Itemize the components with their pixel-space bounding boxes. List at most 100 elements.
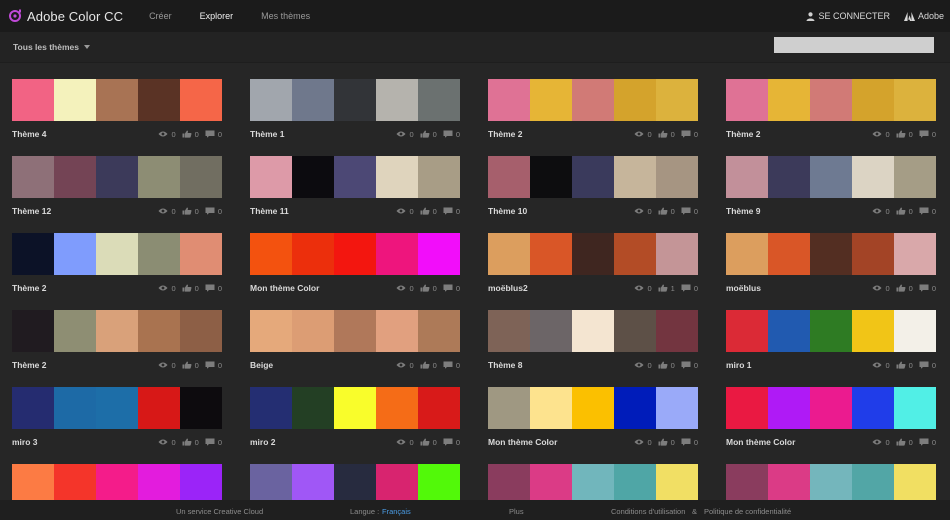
color-swatch[interactable] [418, 464, 460, 500]
color-swatch[interactable] [376, 156, 418, 198]
color-swatch[interactable] [572, 387, 614, 429]
theme-swatch-strip[interactable] [250, 310, 460, 352]
color-swatch[interactable] [614, 387, 656, 429]
color-swatch[interactable] [96, 464, 138, 500]
theme-swatch-strip[interactable] [250, 233, 460, 275]
color-swatch[interactable] [852, 233, 894, 275]
theme-card[interactable]: miro 3 0 0 0 [12, 387, 222, 449]
color-swatch[interactable] [488, 156, 530, 198]
color-swatch[interactable] [614, 233, 656, 275]
color-swatch[interactable] [138, 79, 180, 121]
color-swatch[interactable] [376, 233, 418, 275]
color-swatch[interactable] [12, 233, 54, 275]
sign-in-button[interactable]: SE CONNECTER [806, 11, 890, 21]
color-swatch[interactable] [96, 156, 138, 198]
color-swatch[interactable] [376, 310, 418, 352]
color-swatch[interactable] [810, 310, 852, 352]
color-swatch[interactable] [614, 156, 656, 198]
theme-card[interactable]: Beige 0 0 0 [250, 310, 460, 372]
color-swatch[interactable] [334, 79, 376, 121]
theme-swatch-strip[interactable] [12, 79, 222, 121]
theme-card[interactable]: Thème 4 0 0 0 [12, 79, 222, 141]
color-swatch[interactable] [488, 79, 530, 121]
color-swatch[interactable] [96, 387, 138, 429]
likes-stat[interactable]: 0 [420, 207, 437, 216]
creative-cloud-service-link[interactable]: Un service Creative Cloud [176, 507, 263, 516]
adobe-link[interactable]: Adobe [903, 11, 944, 21]
color-swatch[interactable] [180, 464, 222, 500]
color-swatch[interactable] [768, 79, 810, 121]
theme-swatch-strip[interactable] [488, 79, 698, 121]
theme-card[interactable]: Thème 2 0 0 0 [12, 233, 222, 295]
theme-card[interactable]: moëblus 0 0 0 [726, 233, 936, 295]
likes-stat[interactable]: 1 [658, 284, 675, 293]
color-swatch[interactable] [894, 310, 936, 352]
color-swatch[interactable] [334, 464, 376, 500]
color-swatch[interactable] [54, 79, 96, 121]
theme-swatch-strip[interactable] [726, 464, 936, 500]
color-swatch[interactable] [572, 464, 614, 500]
theme-name[interactable]: miro 3 [12, 437, 38, 447]
color-swatch[interactable] [894, 79, 936, 121]
likes-stat[interactable]: 0 [896, 284, 913, 293]
theme-name[interactable]: Thème 8 [488, 360, 523, 370]
theme-card[interactable]: miro 2 0 0 0 [250, 387, 460, 449]
color-swatch[interactable] [96, 233, 138, 275]
likes-stat[interactable]: 0 [182, 438, 199, 447]
theme-name[interactable]: Thème 2 [12, 283, 47, 293]
theme-swatch-strip[interactable] [12, 310, 222, 352]
color-swatch[interactable] [250, 233, 292, 275]
color-swatch[interactable] [726, 79, 768, 121]
theme-card[interactable]: Mon thème Color 0 0 0 [488, 387, 698, 449]
color-swatch[interactable] [138, 387, 180, 429]
color-swatch[interactable] [292, 310, 334, 352]
color-swatch[interactable] [292, 387, 334, 429]
color-swatch[interactable] [530, 464, 572, 500]
theme-card[interactable]: Thème 2 0 0 0 [488, 79, 698, 141]
theme-swatch-strip[interactable] [726, 310, 936, 352]
color-swatch[interactable] [656, 387, 698, 429]
color-swatch[interactable] [12, 156, 54, 198]
color-swatch[interactable] [138, 464, 180, 500]
theme-swatch-strip[interactable] [488, 156, 698, 198]
color-swatch[interactable] [180, 156, 222, 198]
theme-name[interactable]: Thème 12 [12, 206, 51, 216]
color-swatch[interactable] [334, 233, 376, 275]
color-swatch[interactable] [250, 156, 292, 198]
theme-card[interactable]: Thème 10 0 0 0 [488, 156, 698, 218]
theme-swatch-strip[interactable] [726, 156, 936, 198]
color-swatch[interactable] [894, 387, 936, 429]
color-swatch[interactable] [530, 156, 572, 198]
color-swatch[interactable] [418, 233, 460, 275]
color-swatch[interactable] [530, 310, 572, 352]
theme-card[interactable]: Thème 11 0 0 0 [250, 156, 460, 218]
color-swatch[interactable] [614, 310, 656, 352]
color-swatch[interactable] [250, 464, 292, 500]
theme-swatch-strip[interactable] [12, 387, 222, 429]
theme-name[interactable]: Thème 2 [726, 129, 761, 139]
color-swatch[interactable] [726, 464, 768, 500]
color-swatch[interactable] [852, 156, 894, 198]
likes-stat[interactable]: 0 [896, 207, 913, 216]
color-swatch[interactable] [12, 79, 54, 121]
theme-swatch-strip[interactable] [250, 156, 460, 198]
likes-stat[interactable]: 0 [182, 284, 199, 293]
color-swatch[interactable] [12, 464, 54, 500]
color-swatch[interactable] [726, 387, 768, 429]
color-swatch[interactable] [488, 387, 530, 429]
likes-stat[interactable]: 0 [896, 361, 913, 370]
color-swatch[interactable] [12, 310, 54, 352]
nav-creer[interactable]: Créer [149, 11, 172, 21]
likes-stat[interactable]: 0 [658, 130, 675, 139]
color-swatch[interactable] [138, 156, 180, 198]
color-swatch[interactable] [894, 233, 936, 275]
theme-swatch-strip[interactable] [726, 387, 936, 429]
color-swatch[interactable] [852, 464, 894, 500]
theme-swatch-strip[interactable] [250, 387, 460, 429]
theme-name[interactable]: moëblus2 [488, 283, 528, 293]
color-swatch[interactable] [250, 310, 292, 352]
color-swatch[interactable] [488, 310, 530, 352]
color-swatch[interactable] [852, 310, 894, 352]
theme-name[interactable]: Thème 10 [488, 206, 527, 216]
theme-swatch-strip[interactable] [488, 310, 698, 352]
